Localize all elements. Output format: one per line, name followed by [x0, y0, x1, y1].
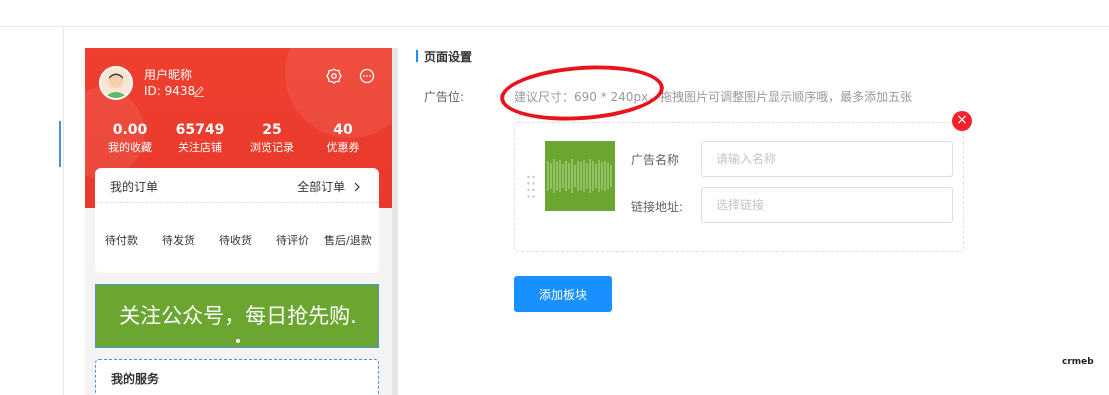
stat-value: 40 — [333, 122, 353, 138]
user-id: ID: 9438 — [144, 84, 196, 98]
delete-ad-button[interactable]: × — [952, 111, 972, 131]
ad-image-thumbnail[interactable] — [545, 141, 615, 211]
stat-label: 优惠券 — [326, 141, 360, 154]
order-divider — [95, 202, 379, 203]
order-item-pending-review[interactable]: 待评价 — [276, 232, 309, 248]
order-card: 我的订单 全部订单 待付款 待发货 待收货 待评价 售后/退款 — [95, 168, 379, 273]
brand-logo: crmeb — [1062, 357, 1094, 367]
stat-value: 65749 — [175, 122, 225, 138]
message-icon[interactable] — [359, 68, 375, 84]
order-item-pending-receipt[interactable]: 待收货 — [219, 232, 252, 248]
settings-icon[interactable] — [326, 68, 342, 84]
highlight-annotation — [498, 60, 666, 126]
stat-label: 浏览记录 — [250, 141, 294, 154]
order-title: 我的订单 — [110, 180, 159, 194]
ad-banner[interactable]: 关注公众号，每日抢先购. — [95, 284, 379, 348]
add-block-button[interactable]: 添加板块 — [514, 276, 612, 312]
ad-name-label: 广告名称 — [631, 153, 680, 167]
sidebar-active-marker — [59, 121, 61, 167]
stat-value: 25 — [262, 122, 282, 138]
avatar-icon — [104, 73, 128, 98]
sidebar-divider — [63, 27, 64, 395]
carousel-dot — [236, 339, 240, 343]
chevron-right-icon — [354, 182, 360, 192]
top-bar — [0, 0, 1109, 27]
all-orders-label: 全部订单 — [297, 180, 346, 194]
stat-coupons[interactable]: 40 优惠券 — [311, 122, 375, 155]
order-item-pending-shipment[interactable]: 待发货 — [162, 232, 195, 248]
order-item-pending-payment[interactable]: 待付款 — [105, 232, 138, 248]
link-address-input[interactable] — [701, 187, 953, 223]
section-accent-bar — [416, 50, 418, 62]
section-title: 页面设置 — [424, 50, 473, 64]
drag-handle-icon[interactable] — [526, 174, 536, 200]
avatar[interactable] — [99, 66, 133, 100]
phone-preview: 用户昵称 ID: 9438 0.00 我的收藏 65749 关注店铺 25 浏览… — [85, 48, 392, 395]
ad-slot-label: 广告位: — [424, 90, 465, 104]
link-address-label: 链接地址: — [631, 200, 684, 214]
stat-value: 0.00 — [112, 122, 148, 138]
ad-image — [545, 141, 615, 211]
ad-name-input[interactable] — [701, 141, 953, 177]
order-item-after-sales[interactable]: 售后/退款 — [324, 232, 372, 248]
service-title: 我的服务 — [111, 372, 160, 386]
stat-favorites[interactable]: 0.00 我的收藏 — [98, 122, 162, 155]
edit-icon[interactable] — [193, 85, 205, 97]
preview-scrollbar[interactable] — [392, 48, 398, 395]
service-card[interactable]: 我的服务 — [95, 359, 379, 395]
user-nickname: 用户昵称 — [144, 68, 193, 82]
stat-label: 关注店铺 — [178, 141, 222, 154]
all-orders-link[interactable]: 全部订单 — [297, 178, 361, 195]
stat-label: 我的收藏 — [108, 141, 152, 154]
stat-history[interactable]: 25 浏览记录 — [240, 122, 304, 155]
stat-followed-shops[interactable]: 65749 关注店铺 — [168, 122, 232, 155]
